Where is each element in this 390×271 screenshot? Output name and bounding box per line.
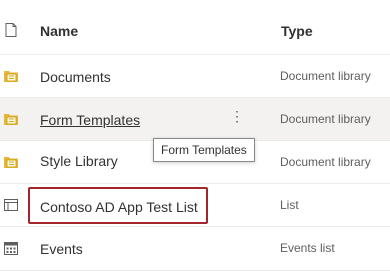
more-vertical-icon[interactable]: ⋮ — [230, 106, 244, 126]
list-icon — [4, 199, 18, 211]
list-item-events[interactable]: Events Events list — [0, 227, 390, 271]
list-item-documents[interactable]: Documents Document library — [0, 55, 390, 98]
column-header-name[interactable]: Name — [40, 23, 78, 39]
document-library-icon — [4, 114, 18, 125]
item-name[interactable]: Events — [40, 241, 83, 257]
item-type: Document library — [280, 112, 371, 126]
item-name-link[interactable]: Form Templates — [40, 112, 140, 128]
column-header-type[interactable]: Type — [281, 23, 313, 39]
item-type: Events list — [280, 241, 335, 255]
item-type: Document library — [280, 155, 371, 169]
column-header-row: Name Type — [0, 10, 390, 55]
document-library-icon — [4, 157, 18, 168]
file-type-icon[interactable] — [3, 22, 19, 38]
highlight-box — [28, 187, 208, 224]
tooltip: Form Templates — [153, 138, 255, 162]
item-type: Document library — [280, 69, 371, 83]
item-name[interactable]: Documents — [40, 69, 111, 85]
list-item-form-templates[interactable]: Form Templates ⋮ Document library — [0, 98, 390, 141]
item-type: List — [280, 198, 299, 212]
item-name[interactable]: Style Library — [40, 153, 118, 169]
calendar-icon — [4, 242, 18, 255]
document-library-icon — [4, 71, 18, 82]
